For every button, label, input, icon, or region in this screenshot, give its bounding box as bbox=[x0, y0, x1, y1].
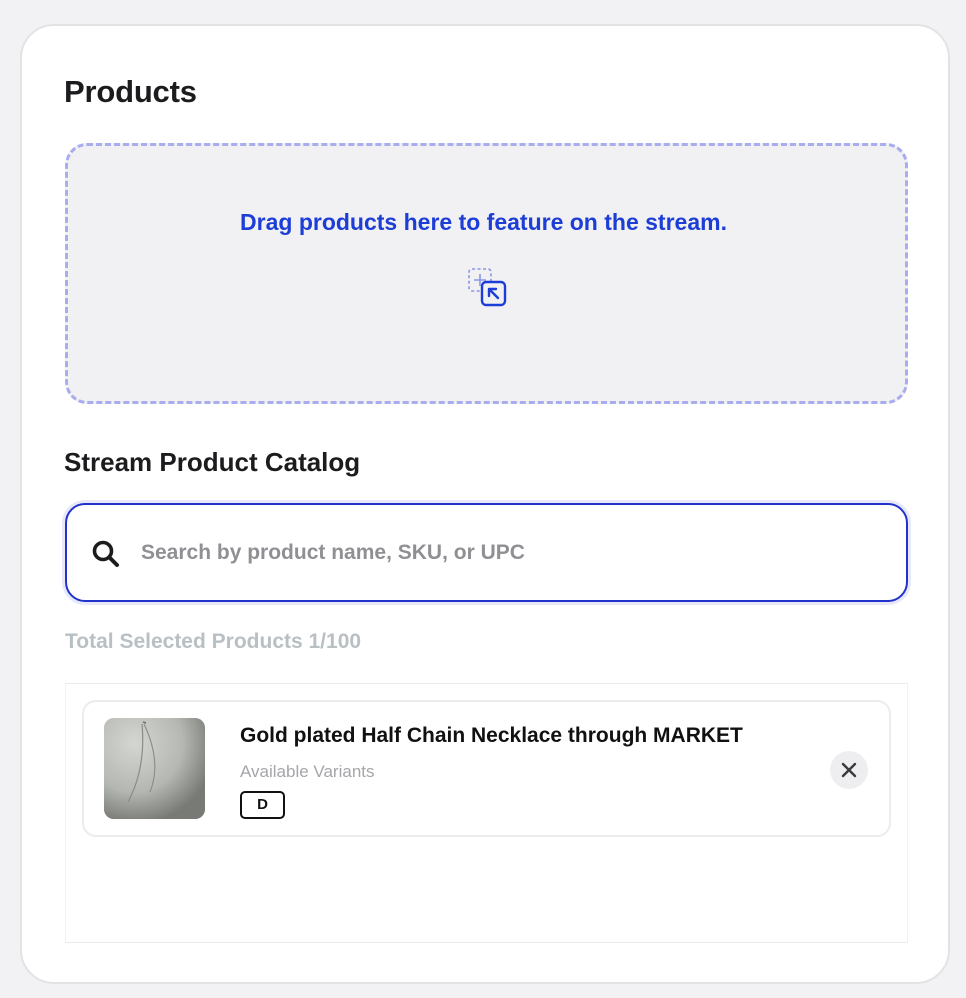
total-selected-count: Total Selected Products 1/100 bbox=[65, 630, 362, 653]
drag-drop-icon bbox=[468, 268, 507, 307]
page-title: Products bbox=[64, 74, 197, 109]
catalog-title: Stream Product Catalog bbox=[64, 447, 361, 477]
products-card: Products Drag products here to feature o… bbox=[20, 24, 950, 984]
remove-product-button[interactable] bbox=[830, 751, 868, 789]
search-box[interactable] bbox=[65, 503, 908, 602]
product-thumbnail bbox=[104, 718, 205, 819]
necklace-image bbox=[104, 718, 205, 819]
search-input[interactable] bbox=[141, 505, 881, 600]
product-list: Gold plated Half Chain Necklace through … bbox=[65, 683, 908, 943]
close-icon bbox=[841, 762, 857, 778]
list-item[interactable]: Gold plated Half Chain Necklace through … bbox=[82, 700, 891, 837]
product-name: Gold plated Half Chain Necklace through … bbox=[240, 724, 743, 747]
product-dropzone[interactable]: Drag products here to feature on the str… bbox=[65, 143, 908, 404]
dropzone-text: Drag products here to feature on the str… bbox=[240, 209, 727, 235]
search-icon bbox=[92, 540, 119, 567]
variants-label: Available Variants bbox=[240, 762, 375, 781]
variant-chip[interactable]: D bbox=[240, 791, 285, 819]
